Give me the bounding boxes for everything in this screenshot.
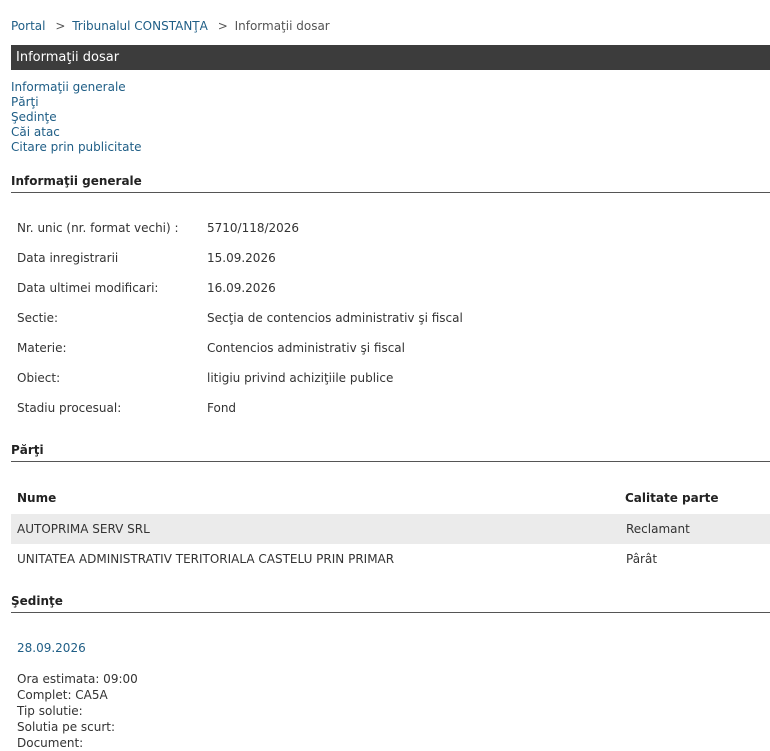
info-label: Materie: <box>17 341 67 355</box>
info-label: Data ultimei modificari: <box>17 281 159 295</box>
parti-table-header: Nume Calitate parte <box>11 484 770 512</box>
hearing-date: 28.09.2026 <box>17 641 86 655</box>
breadcrumb-tribunal-link[interactable]: Tribunalul CONSTANŢA <box>72 19 208 33</box>
info-label: Nr. unic (nr. format vechi) : <box>17 221 179 235</box>
breadcrumb-portal-link[interactable]: Portal <box>11 19 45 33</box>
party-quality: Reclamant <box>626 522 690 536</box>
breadcrumb-separator: > <box>217 19 228 33</box>
table-row: UNITATEA ADMINISTRATIV TERITORIALA CASTE… <box>11 544 770 574</box>
nav-link-parti[interactable]: Părţi <box>11 95 142 110</box>
party-quality: Pârât <box>626 552 658 566</box>
breadcrumb: Portal > Tribunalul CONSTANŢA > Informaţ… <box>11 19 330 33</box>
hearing-detail-estimated-time: Ora estimata: 09:00 <box>17 672 138 686</box>
info-value: Secţia de contencios administrativ şi fi… <box>207 311 463 325</box>
info-value: 15.09.2026 <box>207 251 276 265</box>
info-value: 5710/118/2026 <box>207 221 300 235</box>
nav-link-cai-atac[interactable]: Căi atac <box>11 125 142 140</box>
info-label: Data inregistrarii <box>17 251 119 265</box>
section-nav: Informaţii generale Părţi Şedinţe Căi at… <box>11 80 142 155</box>
breadcrumb-separator: > <box>55 19 66 33</box>
hearing-details: Ora estimata: 09:00 Complet: CA5A Tip so… <box>17 671 138 751</box>
nav-link-sedinte[interactable]: Şedinţe <box>11 110 142 125</box>
hearing-detail-panel: Complet: CA5A <box>17 688 108 702</box>
nav-link-citare-prin-publicitate[interactable]: Citare prin publicitate <box>11 140 142 155</box>
info-value: Contencios administrativ şi fiscal <box>207 341 405 355</box>
breadcrumb-current: Informaţii dosar <box>234 19 330 33</box>
info-value: Fond <box>207 401 237 415</box>
column-header-quality: Calitate parte <box>625 491 719 505</box>
section-heading-parti: Părţi <box>11 443 770 462</box>
info-value: 16.09.2026 <box>207 281 276 295</box>
table-row: AUTOPRIMA SERV SRL Reclamant <box>11 514 770 544</box>
nav-link-informatii-generale[interactable]: Informaţii generale <box>11 80 142 95</box>
section-heading-sedinte: Şedinţe <box>11 594 770 613</box>
party-name: AUTOPRIMA SERV SRL <box>17 522 150 536</box>
info-label: Stadiu procesual: <box>17 401 122 415</box>
hearing-detail-solution-type: Tip solutie: <box>17 704 83 718</box>
party-name: UNITATEA ADMINISTRATIV TERITORIALA CASTE… <box>17 552 395 566</box>
info-label: Sectie: <box>17 311 59 325</box>
hearing-detail-solution-summary: Solutia pe scurt: <box>17 720 116 734</box>
column-header-name: Nume <box>17 491 57 505</box>
section-heading-informatii-generale: Informaţii generale <box>11 174 770 193</box>
page-title-bar: Informaţii dosar <box>11 45 770 70</box>
info-value: litigiu privind achiziţiile publice <box>207 371 394 385</box>
info-label: Obiect: <box>17 371 61 385</box>
